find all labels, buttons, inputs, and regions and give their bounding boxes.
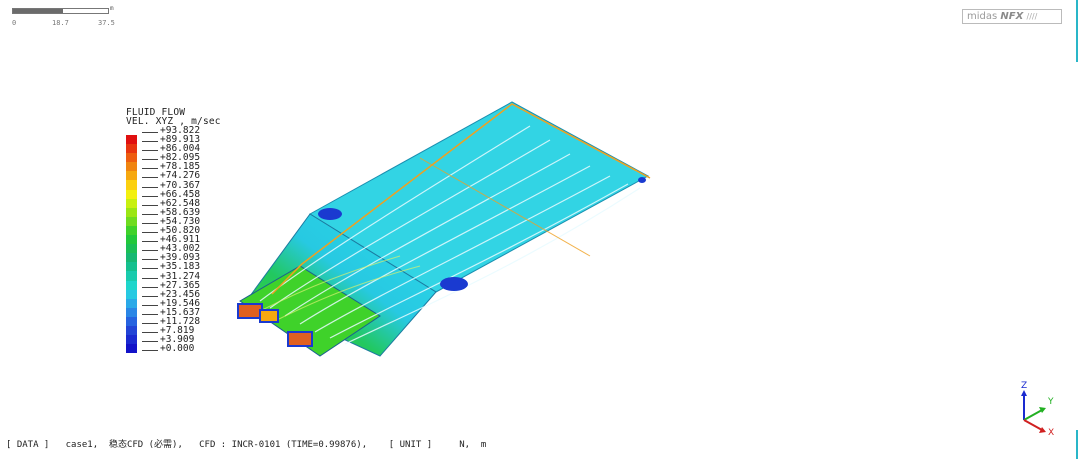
legend-color-swatch: [126, 262, 137, 272]
legend-color-swatch: [126, 244, 137, 254]
legend-color-swatch: [126, 189, 137, 199]
logo-stripes-icon: ////: [1026, 12, 1038, 21]
scale-bar-unit: m: [110, 5, 114, 12]
legend-color-swatch: [126, 207, 137, 217]
legend-color-swatch: [126, 335, 137, 345]
legend-colorbar: [126, 135, 137, 354]
status-line: [ DATA ] case1, 稳态CFD (必需), CFD : INCR-0…: [6, 440, 487, 450]
legend-color-swatch: [126, 198, 137, 208]
midas-nfx-logo: midas NFX ////: [962, 9, 1062, 24]
legend-color-swatch: [126, 144, 137, 154]
scale-tick-2: 37.5: [98, 19, 115, 27]
legend-color-swatch: [126, 289, 137, 299]
legend-color-swatch: [126, 316, 137, 326]
legend-color-swatch: [126, 216, 137, 226]
legend-labels: +93.822 +89.913 +86.004 +82.095 +78.185 +74.2…: [142, 126, 200, 354]
legend-color-swatch: [126, 180, 137, 190]
legend-color-swatch: [126, 298, 137, 308]
legend-color-swatch: [126, 325, 137, 336]
scale-bar-graphic: [12, 8, 109, 14]
window-edge-accent: [1076, 0, 1078, 62]
scale-tick-0: 0: [12, 19, 17, 27]
y-label: Y: [1047, 397, 1054, 407]
result-legend: FLUID FLOW VEL. XYZ , m/sec +93.822 +89.9…: [126, 108, 221, 354]
legend-color-swatch: [126, 280, 137, 290]
cfd-model-viewport[interactable]: [230, 96, 660, 371]
logo-brand: NFX: [1000, 11, 1024, 22]
scale-bar: m 0 18.7 37.5: [12, 5, 122, 28]
legend-color-swatch: [126, 162, 137, 172]
legend-color-swatch: [126, 253, 137, 263]
legend-color-swatch: [126, 344, 137, 354]
window-edge-accent-bottom: [1076, 430, 1078, 459]
legend-color-swatch: [126, 307, 137, 317]
z-label: Z: [1021, 381, 1027, 391]
x-axis: [1023, 419, 1043, 431]
legend-color-swatch: [126, 135, 137, 145]
legend-color-swatch: [126, 225, 137, 236]
x-label: X: [1048, 428, 1054, 438]
legend-color-swatch: [126, 235, 137, 245]
scale-tick-1: 18.7: [52, 19, 69, 27]
legend-color-swatch: [126, 271, 137, 281]
legend-title: FLUID FLOW VEL. XYZ , m/sec: [126, 108, 221, 127]
legend-color-swatch: [126, 171, 137, 181]
legend-value-label: +0.000: [142, 344, 200, 354]
y-axis: [1023, 409, 1043, 421]
legend-color-swatch: [126, 153, 137, 163]
logo-prefix: midas: [967, 11, 998, 22]
axis-triad[interactable]: Z Y X: [1008, 378, 1068, 438]
